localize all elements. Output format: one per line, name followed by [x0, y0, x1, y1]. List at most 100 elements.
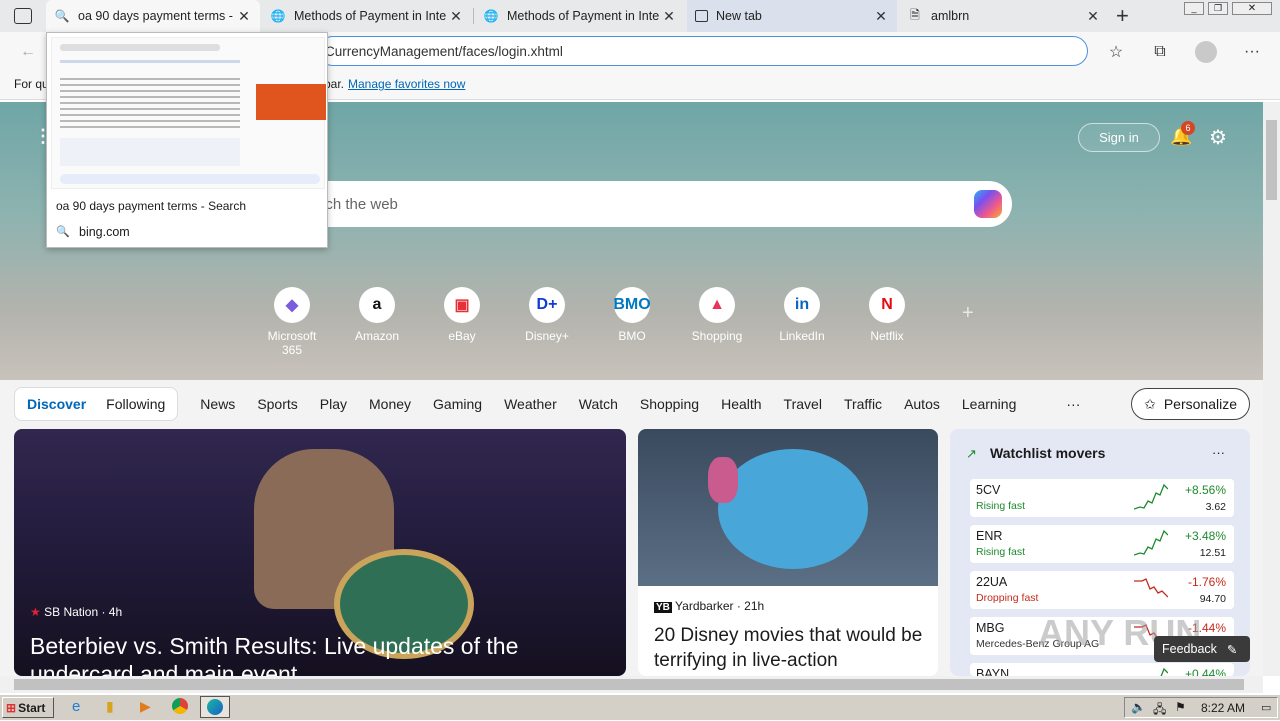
- page-settings-gear-icon[interactable]: ⚙: [1209, 125, 1227, 150]
- stock-row[interactable]: 22UA Dropping fast -1.76% 94.70: [970, 571, 1234, 609]
- feed-tab-news[interactable]: News: [200, 396, 235, 412]
- start-button[interactable]: ⊞ Start: [2, 697, 54, 718]
- feed-nav: Discover Following News Sports Play Money Ga…: [14, 387, 1250, 421]
- side-news-card[interactable]: YB Yardbarker · 21h 20 Disney movies tha…: [638, 429, 938, 676]
- folder-icon[interactable]: ▮: [106, 698, 114, 715]
- globe-icon: 🌐: [270, 9, 286, 23]
- stock-status: Rising fast: [976, 546, 1026, 558]
- preview-site: bing.com: [79, 225, 130, 239]
- personalize-button[interactable]: ✩ Personalize: [1131, 388, 1250, 420]
- web-search-input[interactable]: arch the web: [300, 181, 1012, 227]
- collections-icon[interactable]: ⧉: [1148, 40, 1172, 64]
- tab-search[interactable]: 🔍 oa 90 days payment terms - ✕: [46, 0, 260, 32]
- flag-icon[interactable]: ⚑: [1175, 700, 1186, 714]
- feed-tab-gaming[interactable]: Gaming: [433, 396, 482, 412]
- tab-actions-icon[interactable]: [14, 8, 32, 24]
- tab-following[interactable]: Following: [96, 396, 175, 412]
- profile-avatar[interactable]: [1195, 41, 1217, 63]
- sparkline: [1160, 667, 1168, 676]
- quicklink-bmo[interactable]: BMO BMO: [597, 287, 667, 343]
- feed-tab-shopping[interactable]: Shopping: [640, 396, 699, 412]
- search-icon: 🔍: [54, 9, 70, 23]
- sparkline: [1134, 529, 1168, 556]
- feedback-icon: ✎: [1226, 642, 1238, 657]
- tab-methods-2[interactable]: 🌐 Methods of Payment in Inte ✕: [475, 0, 685, 32]
- chrome-icon[interactable]: [172, 698, 188, 714]
- feed-tab-traffic[interactable]: Traffic: [844, 396, 882, 412]
- feedback-button[interactable]: Feedback ✎: [1154, 636, 1250, 662]
- sparkline: [1134, 483, 1168, 510]
- horizontal-scrollbar[interactable]: [0, 676, 1263, 693]
- maximize-button[interactable]: ❐: [1208, 2, 1228, 15]
- network-icon[interactable]: 🖧: [1153, 700, 1166, 721]
- quicklink-shopping[interactable]: ▲ Shopping: [682, 287, 752, 343]
- close-window-button[interactable]: ✕: [1232, 2, 1272, 15]
- system-tray: 🔈 🖧 ⚑ 8:22 AM ▭: [1124, 697, 1278, 718]
- back-icon[interactable]: ←: [16, 40, 40, 64]
- feed-tab-money[interactable]: Money: [369, 396, 411, 412]
- close-icon[interactable]: ✕: [1085, 8, 1101, 25]
- favorite-star-icon[interactable]: ☆: [1104, 40, 1128, 64]
- tab-hover-preview[interactable]: oa 90 days payment terms - Search 🔍 bing…: [46, 32, 328, 248]
- watchlist-icon: ↗: [966, 446, 977, 461]
- quicklink-netflix[interactable]: N Netflix: [852, 287, 922, 343]
- quicklink-linkedin[interactable]: in LinkedIn: [767, 287, 837, 343]
- tab-discover[interactable]: Discover: [17, 396, 96, 412]
- quicklink-disney-[interactable]: D+ Disney+: [512, 287, 582, 343]
- stock-status: Rising fast: [976, 500, 1026, 512]
- close-icon[interactable]: ✕: [236, 8, 252, 25]
- feed-tab-travel[interactable]: Travel: [784, 396, 822, 412]
- feed-tab-learning[interactable]: Learning: [962, 396, 1017, 412]
- watchlist-more-icon[interactable]: ···: [1212, 445, 1225, 460]
- edge-taskbar-button[interactable]: [200, 696, 230, 718]
- new-tab-button[interactable]: +: [1116, 3, 1129, 29]
- bmo-icon: BMO: [613, 287, 651, 323]
- minimize-button[interactable]: _: [1184, 2, 1204, 15]
- volume-icon[interactable]: 🔈: [1131, 700, 1146, 714]
- settings-more-icon[interactable]: ···: [1240, 40, 1264, 64]
- close-icon[interactable]: ✕: [873, 8, 889, 25]
- copilot-icon[interactable]: [974, 190, 1002, 218]
- lead-news-card[interactable]: ★ SB Nation · 4h Beterbiev vs. Smith Res…: [14, 429, 626, 676]
- close-icon[interactable]: ✕: [448, 8, 464, 25]
- stock-change: +8.56%: [1184, 483, 1226, 497]
- tab-new-tab[interactable]: New tab ✕: [687, 0, 897, 32]
- ie-icon[interactable]: e: [72, 698, 80, 715]
- feed-tab-play[interactable]: Play: [320, 396, 347, 412]
- manage-favorites-link[interactable]: Manage favorites now: [348, 77, 465, 91]
- add-shortcut-button[interactable]: +: [962, 302, 974, 325]
- linkedin-icon: in: [784, 287, 820, 323]
- quicklink-microsoft-365[interactable]: ◆ Microsoft 365: [257, 287, 327, 357]
- stock-symbol: ENR: [976, 529, 1003, 543]
- feed-tab-autos[interactable]: Autos: [904, 396, 940, 412]
- shopping-icon: ▲: [699, 287, 735, 323]
- stock-row[interactable]: ENR Rising fast +3.48% 12.51: [970, 525, 1234, 563]
- stock-status: Dropping fast: [976, 592, 1039, 604]
- personalize-icon: ✩: [1144, 395, 1156, 412]
- amazon-icon: a: [359, 287, 395, 323]
- edge-icon: [207, 699, 223, 715]
- quicklink-ebay[interactable]: ▣ eBay: [427, 287, 497, 343]
- sign-in-button[interactable]: Sign in: [1078, 123, 1160, 152]
- media-player-icon[interactable]: ▶: [140, 698, 151, 715]
- notification-badge: 6: [1181, 121, 1195, 135]
- taskbar: ⊞ Start e ▮ ▶ 🔈 🖧 ⚑ 8:22 AM ▭: [0, 694, 1280, 720]
- netflix-icon: N: [869, 287, 905, 323]
- tab-amlbrn[interactable]: 🗎 amlbrn ✕: [899, 0, 1109, 32]
- show-desktop-icon[interactable]: ▭: [1261, 701, 1271, 714]
- windows-logo-icon: ⊞: [6, 700, 17, 715]
- vertical-scrollbar[interactable]: [1263, 102, 1280, 676]
- stock-row[interactable]: BAYN +0.44%: [970, 663, 1234, 676]
- stock-row[interactable]: 5CV Rising fast +8.56% 3.62: [970, 479, 1234, 517]
- preview-thumbnail: [51, 37, 326, 189]
- address-bar[interactable]: CurrencyManagement/faces/login.xhtml: [318, 36, 1088, 66]
- feed-tab-health[interactable]: Health: [721, 396, 761, 412]
- stock-change: +3.48%: [1184, 529, 1226, 543]
- quicklink-amazon[interactable]: a Amazon: [342, 287, 412, 343]
- more-categories-icon[interactable]: ···: [1066, 396, 1080, 412]
- feed-tab-watch[interactable]: Watch: [579, 396, 618, 412]
- feed-tab-weather[interactable]: Weather: [504, 396, 557, 412]
- close-icon[interactable]: ✕: [661, 8, 677, 25]
- tab-methods-1[interactable]: 🌐 Methods of Payment in Inte ✕: [262, 0, 472, 32]
- feed-tab-sports[interactable]: Sports: [257, 396, 297, 412]
